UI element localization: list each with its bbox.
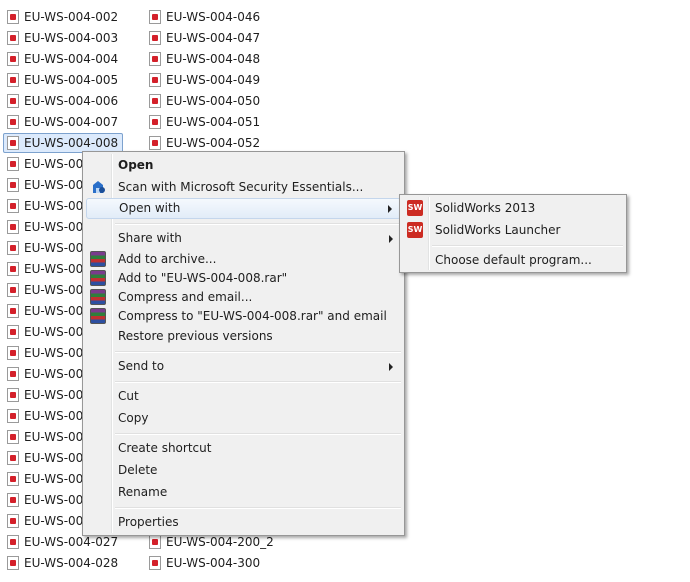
file-icon [7,556,19,570]
menu-item-compress-rar-email[interactable]: Compress to "EU-WS-004-008.rar" and emai… [86,306,401,327]
chevron-right-icon [389,235,393,243]
file-icon [7,52,19,66]
file-item[interactable]: EU-WS-004-046 [146,8,264,26]
file-icon [7,262,19,276]
menu-item-scan[interactable]: Scan with Microsoft Security Essentials.… [86,177,401,198]
menu-separator [115,351,401,353]
file-item[interactable]: EU-WS-004-006 [4,92,122,110]
chevron-right-icon [388,205,392,213]
menu-separator [115,381,401,383]
file-icon [7,136,19,150]
file-icon [7,220,19,234]
submenu-item-solidworks-launcher[interactable]: SW SolidWorks Launcher [403,220,623,241]
file-icon [7,178,19,192]
file-icon [7,325,19,339]
file-item[interactable]: EU-WS-004-052 [146,134,264,152]
file-icon [7,31,19,45]
file-icon [7,388,19,402]
chevron-right-icon [389,363,393,371]
file-icon [7,367,19,381]
file-icon [149,556,161,570]
winrar-icon [90,270,106,286]
file-icon [7,493,19,507]
menu-item-compress-email[interactable]: Compress and email... [86,287,401,308]
winrar-icon [90,251,106,267]
menu-item-create-shortcut[interactable]: Create shortcut [86,438,401,459]
menu-item-open-with[interactable]: Open with [86,198,401,219]
file-item[interactable]: EU-WS-004-028 [4,554,122,572]
file-icon [7,514,19,528]
file-item[interactable]: EU-WS-004-002 [4,8,122,26]
menu-item-restore[interactable]: Restore previous versions [86,326,401,347]
file-icon [7,241,19,255]
file-icon [7,535,19,549]
menu-separator [432,245,623,247]
file-icon [149,31,161,45]
security-essentials-icon [93,181,105,193]
menu-item-rename[interactable]: Rename [86,482,401,503]
file-icon [7,451,19,465]
file-icon [7,304,19,318]
file-icon [7,157,19,171]
winrar-icon [90,289,106,305]
file-item[interactable]: EU-WS-004-007 [4,113,122,131]
menu-item-add-to-archive[interactable]: Add to archive... [86,249,401,270]
menu-item-cut[interactable]: Cut [86,386,401,407]
file-item[interactable]: EU-WS-004-004 [4,50,122,68]
menu-item-copy[interactable]: Copy [86,408,401,429]
file-icon [7,283,19,297]
file-icon [7,409,19,423]
file-icon [7,115,19,129]
file-icon [149,94,161,108]
file-icon [7,73,19,87]
open-with-submenu: SW SolidWorks 2013 SW SolidWorks Launche… [399,194,627,273]
menu-item-properties[interactable]: Properties [86,512,401,533]
file-item-selected[interactable]: EU-WS-004-008 [3,133,124,153]
file-item[interactable]: EU-WS-004-003 [4,29,122,47]
menu-item-add-to-rar[interactable]: Add to "EU-WS-004-008.rar" [86,268,401,289]
file-icon [149,73,161,87]
context-menu: Open Scan with Microsoft Security Essent… [82,151,405,536]
menu-item-delete[interactable]: Delete [86,460,401,481]
file-icon [7,94,19,108]
file-icon [149,10,161,24]
file-item[interactable]: EU-WS-004-051 [146,113,264,131]
file-icon [149,136,161,150]
file-item[interactable]: EU-WS-004-049 [146,71,264,89]
file-icon [7,430,19,444]
solidworks-icon: SW [407,222,423,238]
menu-item-send-to[interactable]: Send to [86,356,401,377]
winrar-icon [90,308,106,324]
file-icon [7,199,19,213]
file-icon [7,472,19,486]
file-icon [149,115,161,129]
submenu-item-choose-default[interactable]: Choose default program... [403,250,623,271]
menu-item-share-with[interactable]: Share with [86,228,401,249]
menu-item-open[interactable]: Open [86,155,401,176]
solidworks-icon: SW [407,200,423,216]
file-item[interactable]: EU-WS-004-050 [146,92,264,110]
file-icon [7,346,19,360]
file-item[interactable]: EU-WS-004-005 [4,71,122,89]
submenu-item-solidworks-2013[interactable]: SW SolidWorks 2013 [403,198,623,219]
file-icon [149,535,161,549]
menu-separator [115,223,401,225]
file-item[interactable]: EU-WS-004-048 [146,50,264,68]
file-icon [7,10,19,24]
file-item[interactable]: EU-WS-004-300 [146,554,264,572]
file-item[interactable]: EU-WS-004-047 [146,29,264,47]
file-icon [149,52,161,66]
menu-separator [115,507,401,509]
menu-separator [115,433,401,435]
